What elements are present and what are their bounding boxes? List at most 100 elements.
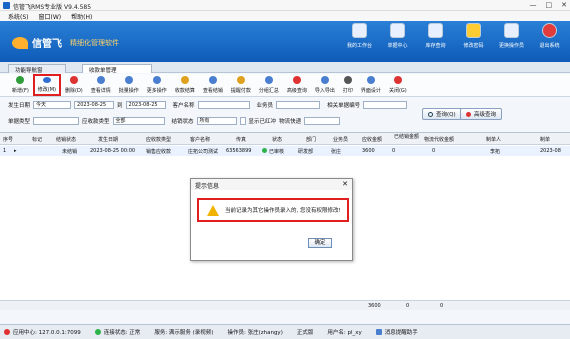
warehouse-icon: [428, 23, 443, 38]
brand-name: 信管飞: [32, 39, 62, 50]
user-status: 用户名: pl_xy: [327, 330, 362, 336]
service-status: 服务: 满示服务 (录视频): [154, 330, 214, 336]
user-switch-icon: [504, 23, 519, 38]
clerk-input[interactable]: [276, 101, 321, 109]
settle-button[interactable]: 收款结算: [171, 74, 199, 96]
date-label: 发生日期: [8, 103, 31, 109]
col-maker[interactable]: 制单人: [486, 136, 501, 143]
batch-button[interactable]: 批量操作: [115, 74, 143, 96]
col-logistics[interactable]: 物流代收金额: [424, 136, 454, 143]
ref-label: 相关单据编号: [327, 103, 361, 109]
app-center-status: 应用中心: 127.0.0.1:7099: [4, 328, 81, 336]
ref-input[interactable]: [363, 101, 408, 109]
window-title: 信管飞RMS专业版 V9.4.585: [13, 4, 92, 11]
menu-window[interactable]: 窗口(W): [39, 12, 62, 21]
window-controls: — □ ✕: [530, 1, 568, 9]
printer-icon: [343, 76, 352, 84]
settle-icon: [180, 76, 189, 84]
adv-query-button[interactable]: 高级查询: [460, 108, 503, 120]
print-button[interactable]: 打印: [339, 74, 357, 96]
col-settled[interactable]: 已结销金额: [394, 133, 419, 140]
edit-icon: [42, 77, 51, 83]
tab-nav[interactable]: 功能导航窗: [8, 64, 66, 74]
total-logistics: 0: [440, 303, 444, 309]
import-export-button[interactable]: 导入导出: [311, 74, 339, 96]
totals-row: 3600 0 0: [0, 300, 570, 310]
logistics-input[interactable]: [304, 117, 341, 125]
collect-type-select[interactable]: 全部: [112, 117, 165, 125]
col-type[interactable]: 应收款类型: [146, 136, 171, 143]
nav-stock-query[interactable]: 库存查询: [420, 23, 451, 49]
advanced-query-button[interactable]: 高级查询: [283, 74, 311, 96]
more-button[interactable]: 更多操作: [143, 74, 171, 96]
nav-switch-operator[interactable]: 更换操作员: [496, 23, 527, 49]
total-settled: 0: [406, 303, 410, 309]
dialog-message: 当前记录为其它操作员录入的, 您没有权限修改!: [225, 208, 341, 214]
col-fax[interactable]: 传真: [236, 136, 246, 143]
col-dept[interactable]: 部门: [306, 136, 316, 143]
remind-icon: [236, 76, 245, 84]
connection-icon: [94, 329, 101, 335]
import-export-icon: [320, 76, 329, 84]
minimize-button[interactable]: —: [530, 1, 537, 9]
col-customer[interactable]: 客户名称: [190, 136, 210, 143]
customer-input[interactable]: [197, 101, 250, 109]
view-settle-button[interactable]: 查看结销: [199, 74, 227, 96]
col-amount[interactable]: 应收金额: [362, 136, 382, 143]
dialog-close-button[interactable]: ✕: [342, 180, 348, 188]
dialog-title: 提示信息: [191, 179, 352, 190]
col-date[interactable]: 发生日期: [98, 136, 118, 143]
col-settle[interactable]: 结销状态: [56, 136, 76, 143]
more-icon: [152, 76, 161, 84]
remind-button[interactable]: 提醒付款: [227, 74, 255, 96]
grid-header: 序号 标记 结销状态 发生日期 应收款类型 客户名称 传真 状态 部门 业务员 …: [0, 133, 570, 145]
doc-center-icon: [390, 23, 405, 38]
group-sum-button[interactable]: 分组汇总: [255, 74, 283, 96]
lock-icon: [466, 23, 481, 38]
ui-design-button[interactable]: 界面设计: [357, 74, 385, 96]
brand-slogan: 精细化管理软件: [70, 38, 119, 47]
dialog-ok-button[interactable]: 确定: [308, 238, 332, 248]
table-row[interactable]: 1 ▸ 未结销 2023-08-25 00:00 销售应收款 庄拓公司测试 63…: [0, 146, 570, 156]
message-assistant[interactable]: 消息提醒助手: [375, 328, 418, 336]
view-detail-button[interactable]: 查看详情: [87, 74, 115, 96]
nav-change-password[interactable]: 修改密码: [458, 23, 489, 49]
delete-button[interactable]: 删除(D): [61, 74, 87, 96]
tab-strip: 功能导航窗 收款单管理: [0, 62, 570, 74]
col-idx[interactable]: 序号: [3, 136, 13, 143]
col-flag[interactable]: 标记: [32, 136, 42, 143]
menu-system[interactable]: 系统(S): [8, 12, 29, 21]
nav-exit[interactable]: 退出系统: [534, 23, 565, 49]
close-tab-button[interactable]: 关闭(G): [385, 74, 411, 96]
col-clerk[interactable]: 业务员: [333, 136, 348, 143]
col-status[interactable]: 状态: [272, 136, 282, 143]
message-icon: [375, 329, 382, 335]
detail-icon: [96, 76, 105, 84]
redline-checkbox[interactable]: [239, 117, 246, 125]
maximize-button[interactable]: □: [546, 1, 553, 9]
to-label: 到: [117, 103, 123, 109]
search-icon: [428, 111, 433, 117]
dialog-message-box: 当前记录为其它操作员录入的, 您没有权限修改!: [197, 198, 349, 222]
date-mode-select[interactable]: 今天: [33, 101, 72, 109]
toolbar: 新增(F) 修改(M) 删除(D) 查看详情 批量操作 更多操作 收款结算 查看…: [0, 74, 570, 97]
batch-icon: [124, 76, 133, 84]
query-button[interactable]: 查询(Q): [422, 108, 462, 120]
settle-select[interactable]: 所有: [196, 117, 237, 125]
close-window-button[interactable]: ✕: [561, 1, 567, 9]
monitor-icon: [352, 23, 367, 38]
group-icon: [264, 76, 273, 84]
tab-receipt[interactable]: 收款单管理: [82, 64, 152, 74]
delete-icon: [69, 76, 78, 84]
add-button[interactable]: 新增(F): [8, 74, 33, 96]
date-from-input[interactable]: 2023-08-25: [74, 101, 115, 109]
date-to-input[interactable]: 2023-08-25: [125, 101, 166, 109]
type-select[interactable]: [33, 117, 80, 125]
edit-button[interactable]: 修改(M): [32, 74, 61, 96]
menu-help[interactable]: 帮助(H): [71, 12, 92, 21]
nav-workbench[interactable]: 我的工作台: [344, 23, 375, 49]
warning-icon: [207, 204, 219, 216]
col-maker-date[interactable]: 制单: [540, 136, 550, 143]
nav-doc-center[interactable]: 单据中心: [382, 23, 413, 49]
filter-panel: 发生日期 今天 2023-08-25 到 2023-08-25 客户名称 业务员…: [0, 98, 570, 131]
